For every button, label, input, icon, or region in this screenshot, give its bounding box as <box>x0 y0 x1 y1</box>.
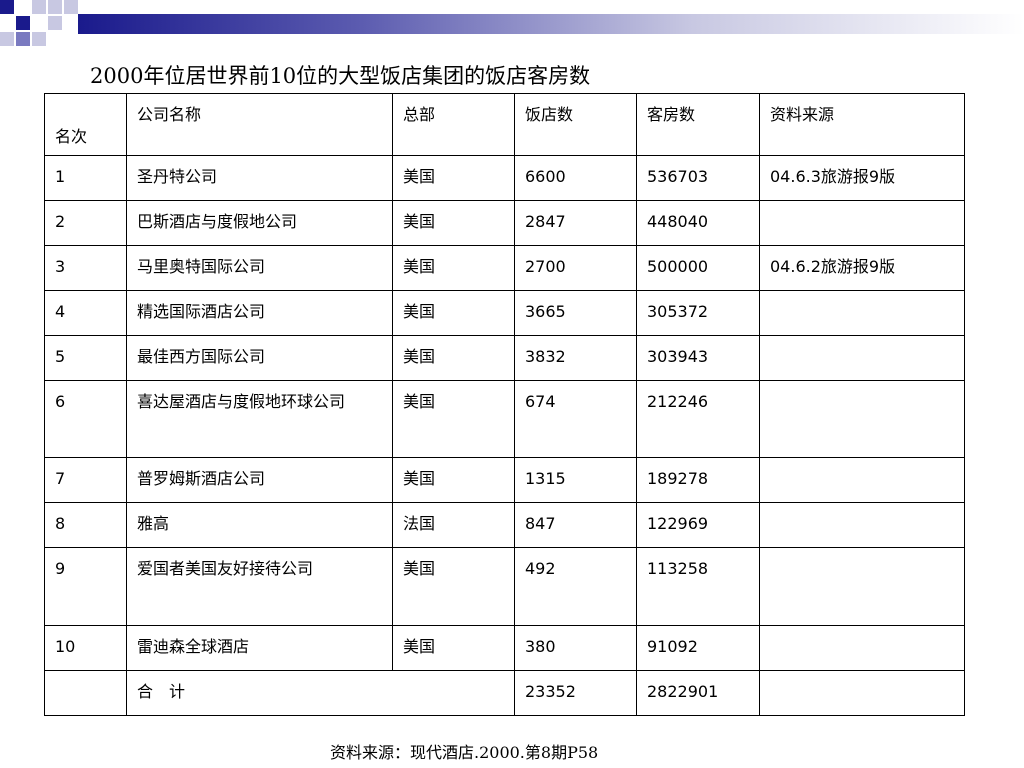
table-total-row: 合 计 23352 2822901 <box>44 670 965 716</box>
cell-hq: 美国 <box>392 380 515 458</box>
table-row: 9 爱国者美国友好接待公司 美国 492 113258 <box>44 547 965 626</box>
cell-rooms: 500000 <box>636 245 760 291</box>
header-company: 公司名称 <box>126 93 393 156</box>
cell-source <box>759 502 965 548</box>
cell-rooms: 212246 <box>636 380 760 458</box>
cell-company: 爱国者美国友好接待公司 <box>126 547 393 626</box>
header-hotels: 饭店数 <box>514 93 637 156</box>
cell-hotels: 674 <box>514 380 637 458</box>
cell-company: 巴斯酒店与度假地公司 <box>126 200 393 246</box>
cell-total-hotels: 23352 <box>514 670 637 716</box>
cell-hotels: 3832 <box>514 335 637 381</box>
cell-total-rank <box>44 670 127 716</box>
deco-square <box>16 16 30 30</box>
cell-company: 雷迪森全球酒店 <box>126 625 393 671</box>
deco-square <box>0 0 14 14</box>
cell-hq: 美国 <box>392 547 515 626</box>
table-row: 8 雅高 法国 847 122969 <box>44 502 965 548</box>
slide-footer: 资料来源：现代酒店.2000.第8期P58 <box>330 743 599 762</box>
cell-hotels: 2700 <box>514 245 637 291</box>
table-row: 4 精选国际酒店公司 美国 3665 305372 <box>44 290 965 336</box>
cell-rank: 7 <box>44 457 127 503</box>
cell-total-rooms: 2822901 <box>636 670 760 716</box>
cell-rank: 4 <box>44 290 127 336</box>
cell-rooms: 189278 <box>636 457 760 503</box>
cell-company: 马里奥特国际公司 <box>126 245 393 291</box>
header-rank: 名次 <box>44 93 127 156</box>
cell-rooms: 448040 <box>636 200 760 246</box>
cell-hq: 美国 <box>392 335 515 381</box>
cell-company: 最佳西方国际公司 <box>126 335 393 381</box>
cell-hq: 美国 <box>392 290 515 336</box>
header-rooms: 客房数 <box>636 93 760 156</box>
table-row: 10 雷迪森全球酒店 美国 380 91092 <box>44 625 965 671</box>
cell-rank: 8 <box>44 502 127 548</box>
cell-source <box>759 547 965 626</box>
cell-rooms: 305372 <box>636 290 760 336</box>
cell-hotels: 380 <box>514 625 637 671</box>
cell-rooms: 303943 <box>636 335 760 381</box>
cell-hotels: 2847 <box>514 200 637 246</box>
cell-rank: 9 <box>44 547 127 626</box>
cell-rank: 10 <box>44 625 127 671</box>
hotel-table: 名次 公司名称 总部 饭店数 客房数 资料来源 1 圣丹特公司 美国 6600 5367… <box>44 93 965 716</box>
cell-hq: 美国 <box>392 155 515 201</box>
deco-gradient-bar <box>78 14 1024 34</box>
table-row: 6 喜达屋酒店与度假地环球公司 美国 674 212246 <box>44 380 965 458</box>
cell-company: 喜达屋酒店与度假地环球公司 <box>126 380 393 458</box>
cell-source: 04.6.3旅游报9版 <box>759 155 965 201</box>
cell-hotels: 492 <box>514 547 637 626</box>
cell-source: 04.6.2旅游报9版 <box>759 245 965 291</box>
cell-company: 普罗姆斯酒店公司 <box>126 457 393 503</box>
table-row: 7 普罗姆斯酒店公司 美国 1315 189278 <box>44 457 965 503</box>
cell-rooms: 122969 <box>636 502 760 548</box>
deco-square <box>48 0 62 14</box>
header-hq: 总部 <box>392 93 515 156</box>
cell-hotels: 3665 <box>514 290 637 336</box>
cell-company: 雅高 <box>126 502 393 548</box>
cell-hotels: 6600 <box>514 155 637 201</box>
cell-source <box>759 290 965 336</box>
deco-square <box>16 32 30 46</box>
slide-decoration <box>0 0 1024 50</box>
header-source: 资料来源 <box>759 93 965 156</box>
table-row: 5 最佳西方国际公司 美国 3832 303943 <box>44 335 965 381</box>
cell-hq: 美国 <box>392 457 515 503</box>
cell-rooms: 113258 <box>636 547 760 626</box>
deco-square <box>32 0 46 14</box>
cell-total-label: 合 计 <box>126 670 515 716</box>
deco-square <box>0 32 14 46</box>
cell-total-source <box>759 670 965 716</box>
cell-hq: 美国 <box>392 625 515 671</box>
table-row: 2 巴斯酒店与度假地公司 美国 2847 448040 <box>44 200 965 246</box>
cell-rooms: 536703 <box>636 155 760 201</box>
cell-hotels: 1315 <box>514 457 637 503</box>
deco-square <box>64 0 78 14</box>
table-row: 1 圣丹特公司 美国 6600 536703 04.6.3旅游报9版 <box>44 155 965 201</box>
cell-company: 圣丹特公司 <box>126 155 393 201</box>
cell-rank: 1 <box>44 155 127 201</box>
deco-square <box>32 32 46 46</box>
cell-hq: 美国 <box>392 200 515 246</box>
cell-hotels: 847 <box>514 502 637 548</box>
cell-rank: 3 <box>44 245 127 291</box>
cell-source <box>759 625 965 671</box>
cell-company: 精选国际酒店公司 <box>126 290 393 336</box>
table-header-row: 名次 公司名称 总部 饭店数 客房数 资料来源 <box>44 93 965 156</box>
cell-hq: 美国 <box>392 245 515 291</box>
cell-source <box>759 380 965 458</box>
cell-source <box>759 200 965 246</box>
cell-source <box>759 335 965 381</box>
slide-title: 2000年位居世界前10位的大型饭店集团的饭店客房数 <box>90 64 591 88</box>
cell-rank: 6 <box>44 380 127 458</box>
cell-hq: 法国 <box>392 502 515 548</box>
table-row: 3 马里奥特国际公司 美国 2700 500000 04.6.2旅游报9版 <box>44 245 965 291</box>
cell-rooms: 91092 <box>636 625 760 671</box>
deco-square <box>48 16 62 30</box>
cell-rank: 5 <box>44 335 127 381</box>
cell-source <box>759 457 965 503</box>
cell-rank: 2 <box>44 200 127 246</box>
